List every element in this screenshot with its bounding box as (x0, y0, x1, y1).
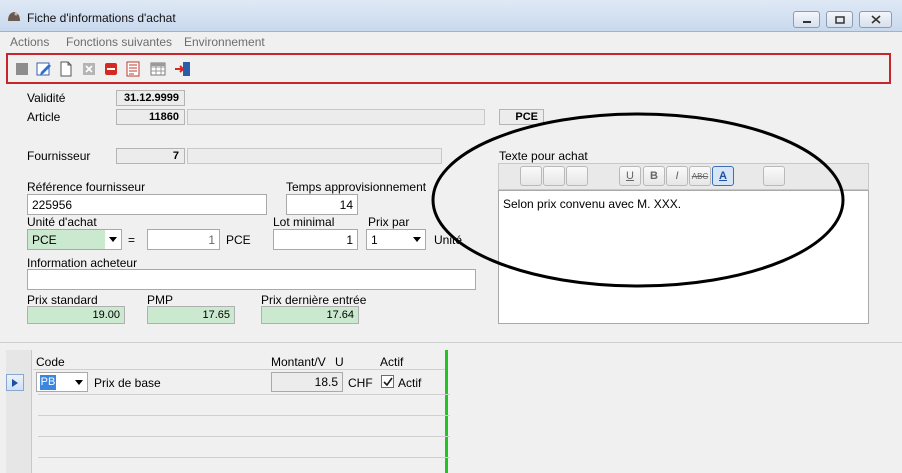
menu-actions[interactable]: Actions (10, 35, 49, 49)
exit-button[interactable] (174, 61, 190, 77)
prix-par-value: 1 (371, 232, 378, 247)
fournisseur-label: Fournisseur (27, 149, 91, 163)
prix-par-select[interactable]: 1 (366, 229, 426, 250)
row-pointer[interactable] (6, 374, 24, 391)
column-header-code: Code (36, 355, 65, 369)
save-icon (16, 63, 28, 75)
table-button[interactable] (150, 61, 166, 77)
conversion-factor-input[interactable]: 1 (147, 229, 220, 250)
ref-fournisseur-input[interactable]: 225956 (27, 194, 267, 215)
stop-icon (105, 63, 117, 75)
edit-icon (36, 62, 51, 76)
code-select[interactable]: PB (36, 372, 88, 392)
info-acheteur-label: Information acheteur (27, 256, 138, 270)
menu-bar: Actions Fonctions suivantes Environnemen… (0, 32, 902, 52)
currency-cell: CHF (348, 376, 373, 390)
column-header-unit: U (335, 355, 344, 369)
app-icon (8, 12, 20, 21)
pmp-label: PMP (147, 293, 174, 307)
row-divider (38, 415, 450, 416)
lot-minimal-input[interactable]: 1 (273, 229, 358, 250)
print-list-button[interactable] (125, 61, 141, 77)
pmp-field: 17.65 (147, 306, 235, 324)
row-divider (38, 436, 450, 437)
validite-label: Validité (27, 91, 66, 105)
maximize-button[interactable] (826, 11, 853, 28)
lot-minimal-label: Lot minimal (273, 215, 335, 229)
delete-button[interactable] (81, 61, 97, 77)
prix-standard-field: 19.00 (27, 306, 125, 324)
play-arrow-icon (12, 378, 18, 387)
annotation-ellipse (431, 112, 845, 288)
prix-derniere-label: Prix dernière entrée (261, 293, 367, 307)
equals-sign: = (128, 233, 136, 247)
unite-achat-label: Unité d'achat (27, 215, 97, 229)
save-button[interactable] (14, 61, 30, 77)
chevron-down-icon (71, 379, 87, 385)
delete-icon (83, 63, 95, 75)
fournisseur-name-field (187, 148, 442, 164)
unite-achat-select[interactable]: PCE (27, 229, 122, 250)
chevron-down-icon (409, 237, 425, 242)
row-divider (38, 394, 450, 395)
fournisseur-field: 7 (116, 148, 185, 164)
header-divider (33, 369, 445, 370)
checkmark-icon (382, 377, 393, 386)
close-icon (870, 15, 881, 24)
ref-fournisseur-label: Référence fournisseur (27, 180, 146, 194)
row-divider (38, 457, 450, 458)
temps-appro-input[interactable]: 14 (286, 194, 358, 215)
chevron-down-icon (105, 237, 121, 242)
maximize-icon (834, 15, 845, 24)
column-header-actif: Actif (380, 355, 404, 369)
code-value: PB (40, 374, 56, 390)
temps-appro-label: Temps approvisionnement (286, 180, 427, 194)
actif-checkbox[interactable] (381, 375, 394, 388)
minimize-icon (802, 20, 811, 23)
article-label: Article (27, 110, 61, 124)
info-acheteur-input[interactable] (27, 269, 476, 290)
column-header-montant: Montant/V (271, 355, 326, 369)
price-conditions-grid: Code Montant/V U Actif PB Prix de base 1… (6, 350, 450, 473)
menu-fonctions-suivantes[interactable]: Fonctions suivantes (66, 35, 172, 49)
title-bar: Fiche d'informations d'achat (0, 0, 902, 32)
prix-standard-label: Prix standard (27, 293, 98, 307)
description-cell: Prix de base (94, 376, 161, 390)
prix-derniere-field: 17.64 (261, 306, 359, 324)
new-document-button[interactable] (58, 61, 74, 77)
window-title: Fiche d'informations d'achat (27, 11, 176, 25)
unite-achat-value: PCE (28, 230, 105, 249)
table-icon (150, 62, 166, 76)
edit-button[interactable] (36, 61, 52, 77)
prix-par-label: Prix par (368, 215, 410, 229)
article-field: 11860 (116, 109, 185, 125)
minimize-button[interactable] (793, 11, 820, 28)
row-selector-column (6, 350, 32, 473)
conversion-unit-label: PCE (226, 233, 251, 247)
menu-environnement[interactable]: Environnement (184, 35, 265, 49)
section-divider (0, 342, 902, 343)
new-document-icon (60, 61, 72, 77)
stop-button[interactable] (103, 61, 119, 77)
exit-icon (175, 62, 190, 76)
close-button[interactable] (859, 11, 892, 28)
toolbar (6, 53, 891, 84)
montant-input[interactable]: 18.5 (271, 372, 343, 392)
table-row: PB Prix de base 18.5 CHF Actif (36, 372, 444, 394)
validite-field: 31.12.9999 (116, 90, 185, 106)
print-list-icon (126, 61, 140, 77)
actif-cell-label: Actif (398, 376, 422, 390)
